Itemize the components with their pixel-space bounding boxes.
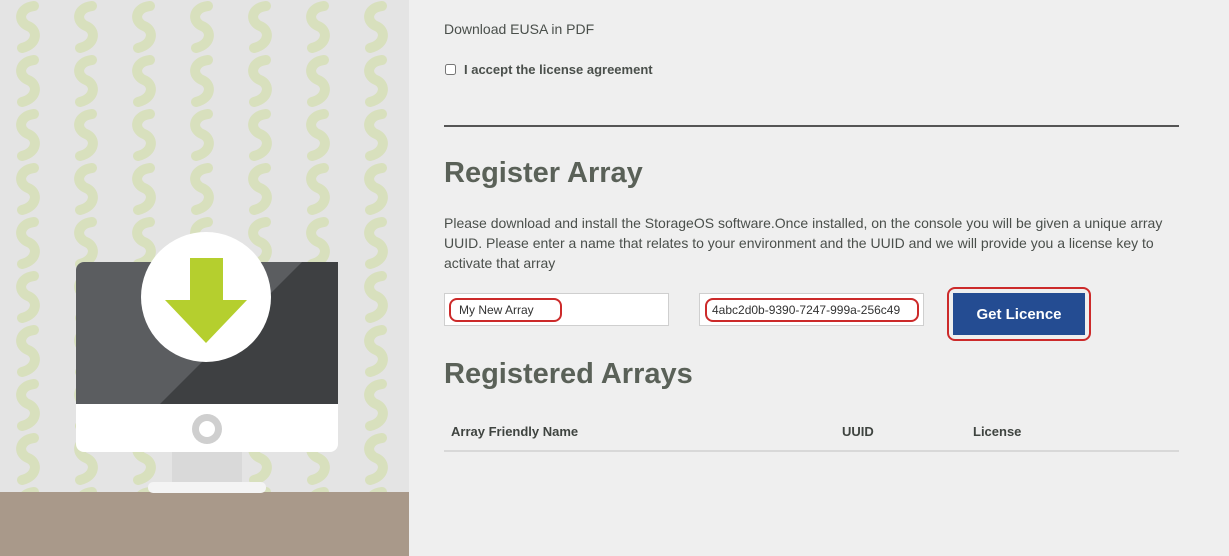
- section-divider: [444, 125, 1179, 127]
- get-licence-highlight: Get Licence: [947, 287, 1091, 341]
- registered-arrays-heading: Registered Arrays: [444, 358, 693, 390]
- registered-arrays-table-header: Array Friendly Name UUID License: [444, 420, 1179, 452]
- array-name-field-box: [444, 293, 669, 326]
- register-array-heading: Register Array: [444, 157, 643, 189]
- array-name-input[interactable]: [449, 298, 562, 322]
- accept-license-checkbox[interactable]: [445, 64, 456, 75]
- column-uuid: UUID: [842, 424, 874, 439]
- main-content: Download EUSA in PDF I accept the licens…: [444, 0, 1179, 556]
- register-description: Please download and install the StorageO…: [444, 215, 1163, 271]
- uuid-input[interactable]: [705, 298, 919, 322]
- illustration-panel: [0, 0, 409, 556]
- monitor-illustration: [76, 232, 338, 493]
- column-license: License: [973, 424, 1022, 439]
- uuid-field-box: [699, 293, 924, 326]
- license-agreement-row: I accept the license agreement: [444, 62, 653, 77]
- column-array-friendly-name: Array Friendly Name: [451, 424, 579, 439]
- get-licence-button[interactable]: Get Licence: [953, 293, 1085, 335]
- accept-license-label[interactable]: I accept the license agreement: [464, 62, 653, 77]
- download-eusa-link[interactable]: Download EUSA in PDF: [444, 21, 594, 37]
